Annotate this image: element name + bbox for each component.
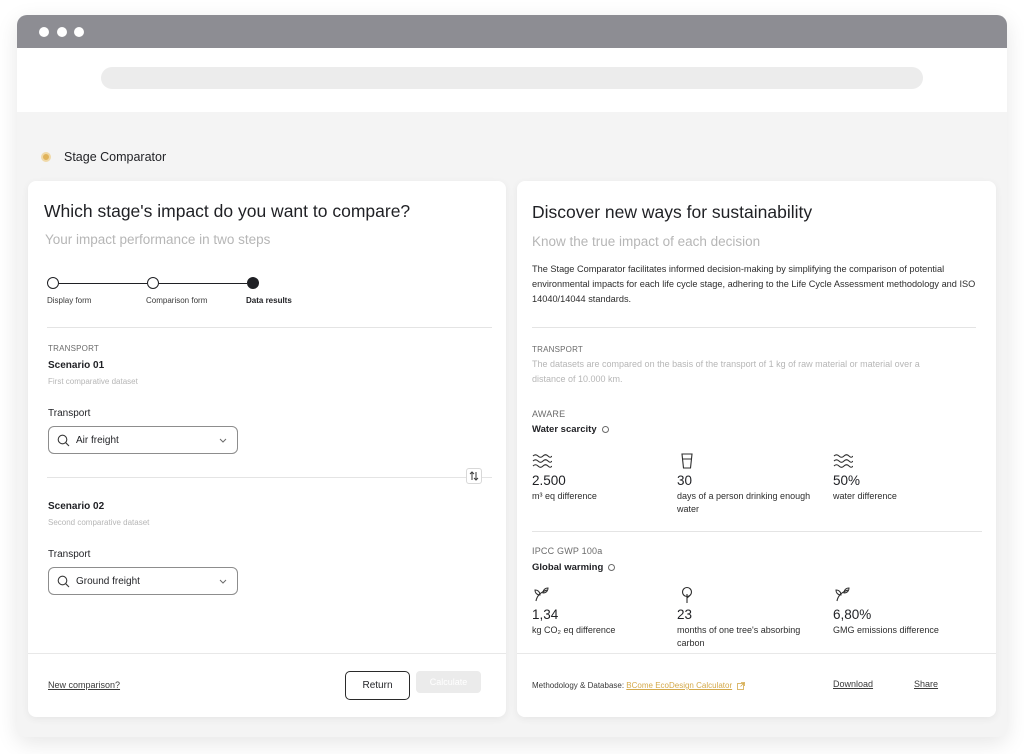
metric-drinking-days: 30 days of a person drinking enough wate… (677, 452, 827, 516)
results-category-description: The datasets are compared on the basis o… (532, 359, 920, 384)
app-status-dot (41, 152, 51, 162)
divider (532, 327, 976, 328)
chevron-down-icon (219, 579, 227, 584)
scenario2-subtitle: Second comparative dataset (48, 518, 150, 527)
metric-label: GMG emissions difference (833, 625, 939, 635)
metric-label: months of one tree's absorbing carbon (677, 625, 801, 648)
methodology-link[interactable]: BCome EcoDesign Calculator (626, 681, 732, 690)
window-control-minimize[interactable] (57, 27, 67, 37)
chevron-down-icon (219, 438, 227, 443)
water-scarcity-title-text: Water scarcity (532, 424, 597, 435)
calculate-button[interactable]: Calculate (416, 671, 481, 693)
global-warming-title: Global warming (532, 562, 616, 573)
metric-value: 1,34 (532, 607, 559, 622)
results-subheading: Know the true impact of each decision (532, 234, 761, 249)
info-icon[interactable] (608, 563, 616, 571)
footer-divider (28, 653, 506, 654)
address-bar-area (17, 48, 1007, 112)
metric-ghg-difference: 6,80% GMG emissions difference (833, 586, 983, 637)
swap-icon (469, 471, 479, 481)
step-display-form[interactable] (47, 277, 59, 289)
return-button[interactable]: Return (345, 671, 410, 700)
form-heading: Which stage's impact do you want to comp… (44, 201, 411, 221)
ipcc-method-label: IPCC GWP 100a (532, 546, 603, 556)
divider (47, 477, 492, 478)
divider (47, 327, 492, 328)
scenario1-subtitle: First comparative dataset (48, 377, 138, 386)
form-subheading: Your impact performance in two steps (45, 232, 271, 247)
window-control-close[interactable] (39, 27, 49, 37)
scenario1-transport-value: Air freight (76, 434, 119, 446)
stepper-line (59, 283, 147, 284)
share-link[interactable]: Share (914, 679, 938, 689)
app-title: Stage Comparator (41, 150, 166, 164)
metric-label: water difference (833, 491, 897, 501)
window-titlebar (17, 15, 1007, 48)
metric-value: 50% (833, 473, 861, 488)
app-title-text: Stage Comparator (64, 150, 167, 164)
global-warming-title-text: Global warming (532, 562, 604, 573)
window-control-maximize[interactable] (74, 27, 84, 37)
info-icon[interactable] (601, 425, 609, 433)
scenario1-field-label: Transport (48, 408, 91, 419)
metric-co2: 1,34 kg CO₂ eq difference (532, 586, 682, 637)
scenario2-transport-select[interactable]: Ground freight (48, 567, 238, 595)
results-description: The Stage Comparator facilitates informe… (532, 264, 976, 304)
metric-value: 23 (677, 607, 693, 622)
aware-method-label: AWARE (532, 409, 566, 419)
metric-tree-months: 23 months of one tree's absorbing carbon (677, 586, 827, 650)
results-category-label: TRANSPORT (532, 345, 583, 354)
methodology-prefix: Methodology & Database: (532, 681, 625, 690)
glass-icon (681, 453, 693, 469)
step-data-results[interactable] (247, 277, 259, 289)
comparison-form-card: Which stage's impact do you want to comp… (28, 181, 506, 717)
results-heading: Discover new ways for sustainability (532, 202, 813, 222)
swap-scenarios-button[interactable] (466, 468, 482, 484)
metric-water-volume: 2.500 m³ eq difference (532, 452, 682, 503)
metric-water-difference: 50% water difference (833, 452, 983, 503)
waves-icon (833, 454, 853, 468)
step-comparison-form[interactable] (147, 277, 159, 289)
search-icon (57, 434, 70, 446)
step-label-comparison-form: Comparison form (146, 296, 208, 305)
leaf-icon (835, 587, 850, 602)
scenario2-field-label: Transport (48, 549, 91, 560)
step-label-data-results: Data results (246, 296, 292, 305)
new-comparison-link[interactable]: New comparison? (48, 680, 120, 690)
metric-label: days of a person drinking enough water (677, 491, 811, 514)
leaf-icon (534, 587, 549, 602)
metric-label: kg CO₂ eq difference (532, 625, 616, 635)
water-scarcity-title: Water scarcity (532, 424, 609, 435)
tree-icon (681, 586, 693, 603)
metric-value: 6,80% (833, 607, 872, 622)
external-link-icon[interactable] (737, 681, 746, 690)
metric-value: 2.500 (532, 473, 566, 488)
scenario2-title: Scenario 02 (48, 501, 105, 512)
results-card: Discover new ways for sustainability Kno… (517, 181, 996, 717)
search-icon (57, 575, 70, 587)
scenario2-transport-value: Ground freight (76, 575, 140, 587)
address-bar[interactable] (101, 67, 923, 89)
metric-value: 30 (677, 473, 693, 488)
waves-icon (532, 454, 552, 468)
methodology-note: Methodology & Database: BCome EcoDesign … (532, 681, 746, 690)
scenario1-title: Scenario 01 (48, 360, 105, 371)
category-label: TRANSPORT (48, 344, 99, 353)
progress-stepper: Display form Comparison form Data result… (47, 277, 292, 307)
metric-label: m³ eq difference (532, 491, 597, 501)
step-label-display-form: Display form (47, 296, 92, 305)
browser-window: Stage Comparator Which stage's impact do… (17, 15, 1007, 737)
divider (532, 531, 982, 532)
footer-divider (517, 653, 996, 654)
download-link[interactable]: Download (833, 679, 873, 689)
scenario1-transport-select[interactable]: Air freight (48, 426, 238, 454)
stepper-line (159, 283, 247, 284)
